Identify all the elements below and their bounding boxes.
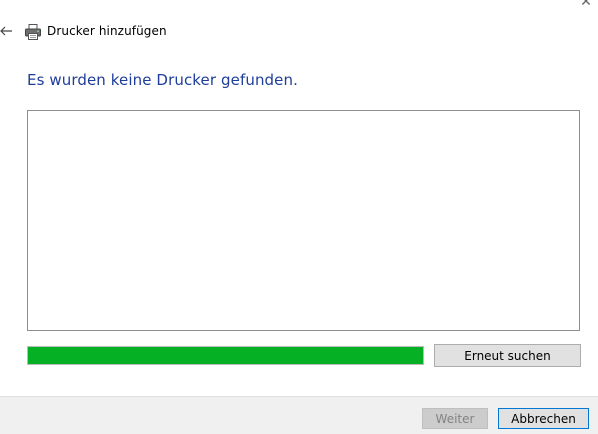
printer-results-list[interactable]	[27, 110, 580, 331]
progress-fill	[28, 347, 423, 364]
cancel-button[interactable]: Abbrechen	[498, 408, 589, 429]
dialog-header: Drucker hinzufügen	[0, 20, 598, 44]
search-again-button[interactable]: Erneut suchen	[434, 344, 581, 367]
page-heading: Es wurden keine Drucker gefunden.	[27, 71, 298, 89]
add-printer-dialog: ✕ Drucker hinzufügen Es wurden keine Dru…	[0, 0, 598, 434]
close-icon: ✕	[580, 0, 592, 10]
next-button[interactable]: Weiter	[422, 408, 488, 429]
dialog-title: Drucker hinzufügen	[47, 24, 167, 38]
back-button[interactable]	[0, 23, 14, 39]
back-arrow-icon	[0, 26, 12, 36]
close-button[interactable]: ✕	[574, 0, 598, 12]
search-progress-bar	[27, 346, 424, 365]
printer-icon	[25, 24, 41, 40]
